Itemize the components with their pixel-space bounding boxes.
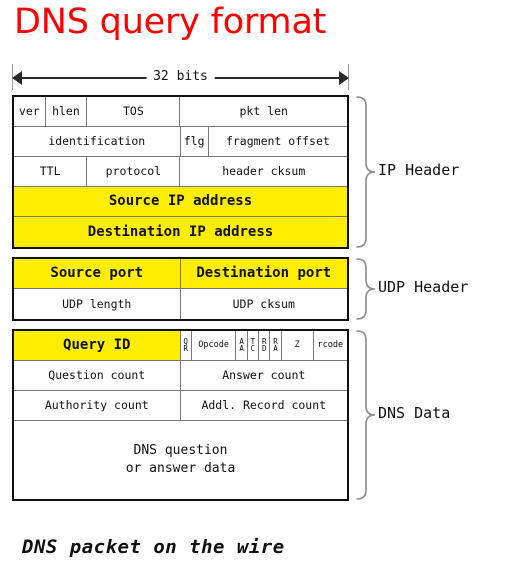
udp-header-brace-label: UDP Header [378, 278, 469, 296]
field-text-line: DNS question [133, 443, 228, 459]
field-destination-port: Destination port [180, 259, 347, 288]
flag-letter: D [261, 343, 267, 353]
dns-data-brace-label: DNS Data [378, 404, 451, 422]
page-title: DNS query format [14, 2, 327, 42]
packet-row: Source IP address [14, 187, 347, 217]
dns-data-block: Query ID Q R Opcode A A T C R D R A Zrcode Question c… [12, 329, 349, 501]
udp-header-brace [355, 257, 375, 321]
field-pkt-len: pkt len [239, 104, 288, 119]
field-hlen: hlen [46, 97, 88, 126]
ip-header-brace [355, 95, 375, 249]
field-opcode: Opcode [192, 331, 237, 360]
dns-packet-diagram: 32 bits ver hlen TOS pkt len identification f… [0, 62, 506, 532]
field-ver: ver [14, 97, 46, 126]
field-fragment-offset: fragment offset [225, 134, 330, 149]
field-dns-question-or-answer-data: DNS question or answer data [14, 421, 347, 499]
field-rd: RD [259, 331, 271, 360]
flag-bit-letters: TC [250, 337, 256, 353]
field-source-ip-address: Source IP address [14, 187, 347, 216]
packet-row: ver hlen TOS pkt len [14, 97, 347, 127]
packet-row: Question count Answer count [14, 361, 347, 391]
ip-header-brace-label: IP Header [378, 161, 460, 179]
packet-row: Query ID Q R Opcode A A T C R D R A Zrcode [14, 331, 347, 361]
field-authority-count: Authority count [14, 391, 181, 420]
width-measure-32-bits: 32 bits [12, 64, 349, 90]
field-query-id: Query ID [14, 331, 181, 360]
field-qr: QR [181, 331, 192, 360]
field-rcode: rcode [317, 340, 344, 351]
field-question-count: Question count [14, 361, 181, 390]
packet-row: TTL protocol header cksum [14, 157, 347, 187]
field-header-cksum: header cksum [222, 164, 306, 179]
udp-header-block: Source port Destination port UDP length UDP… [12, 257, 349, 321]
field-tc: TC [248, 331, 260, 360]
flag-bit-letters: QR [183, 337, 188, 353]
flag-letter: A [239, 343, 244, 353]
field-udp-length: UDP length [14, 289, 181, 319]
flag-letter: C [250, 343, 256, 353]
field-text-line: or answer data [125, 461, 236, 476]
field-source-port: Source port [14, 259, 181, 288]
packet-row: Destination IP address [14, 217, 347, 247]
field-addl-record-count: Addl. Record count [201, 398, 327, 413]
flag-bit-letters: RD [261, 337, 267, 353]
field-ttl: TTL [14, 157, 88, 186]
flag-letter: R [183, 343, 188, 353]
packet-row: Authority count Addl. Record count [14, 391, 347, 421]
field-ra: RA [270, 331, 282, 360]
arrow-left-icon [12, 71, 22, 85]
field-flg: flg [181, 127, 209, 156]
flag-bit-letters: RA [273, 337, 278, 353]
packet-row: identification flg fragment offset [14, 127, 347, 157]
field-z: Z [282, 331, 314, 360]
measure-label: 32 bits [146, 65, 215, 89]
field-answer-count: Answer count [222, 368, 306, 383]
dns-data-brace [355, 329, 375, 501]
field-udp-cksum: UDP cksum [232, 296, 295, 311]
packet-row: Source port Destination port [14, 259, 347, 289]
field-destination-ip-address: Destination IP address [14, 217, 347, 247]
ip-header-block: ver hlen TOS pkt len identification flg fragme… [12, 95, 349, 249]
packet-row: DNS question or answer data [14, 421, 347, 499]
flag-bit-letters: AA [239, 337, 244, 353]
field-identification: identification [14, 127, 181, 156]
field-aa: AA [236, 331, 248, 360]
packet-row: UDP length UDP cksum [14, 289, 347, 319]
flag-letter: A [273, 343, 278, 353]
field-protocol: protocol [87, 157, 181, 186]
arrow-right-icon [339, 71, 349, 85]
field-tos: TOS [87, 97, 181, 126]
diagram-caption: DNS packet on the wire [22, 536, 285, 558]
